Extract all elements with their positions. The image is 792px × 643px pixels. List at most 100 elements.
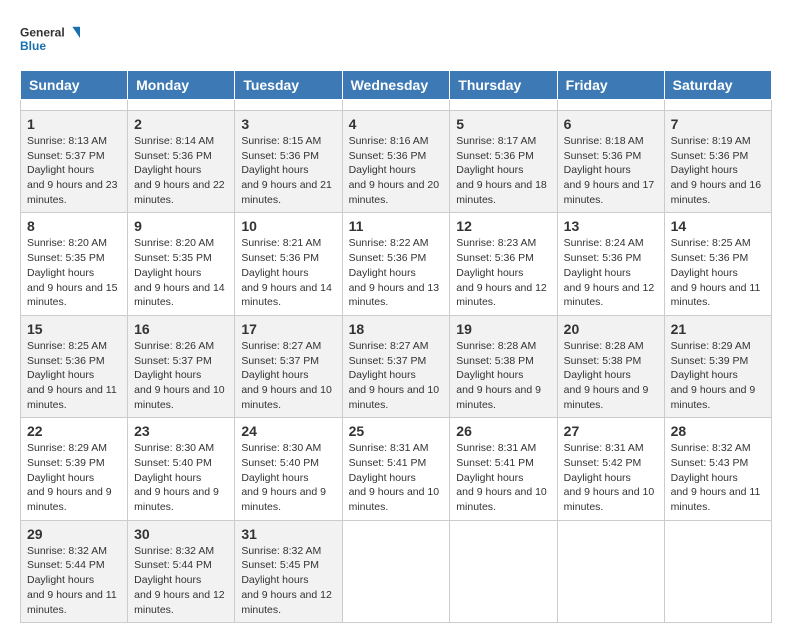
day-number: 15	[27, 321, 121, 337]
day-number: 23	[134, 423, 228, 439]
logo: General Blue	[20, 20, 80, 60]
calendar-cell: 7 Sunrise: 8:19 AMSunset: 5:36 PMDayligh…	[664, 111, 771, 213]
cell-text: Sunrise: 8:32 AMSunset: 5:43 PMDaylight …	[671, 442, 761, 513]
calendar-cell: 13 Sunrise: 8:24 AMSunset: 5:36 PMDaylig…	[557, 213, 664, 315]
day-number: 9	[134, 218, 228, 234]
cell-text: Sunrise: 8:31 AMSunset: 5:42 PMDaylight …	[564, 442, 655, 513]
day-number: 12	[456, 218, 550, 234]
day-number: 27	[564, 423, 658, 439]
calendar-cell: 3 Sunrise: 8:15 AMSunset: 5:36 PMDayligh…	[235, 111, 342, 213]
cell-text: Sunrise: 8:29 AMSunset: 5:39 PMDaylight …	[27, 442, 112, 513]
day-number: 19	[456, 321, 550, 337]
calendar-header-thursday: Thursday	[450, 71, 557, 100]
calendar-cell: 8 Sunrise: 8:20 AMSunset: 5:35 PMDayligh…	[21, 213, 128, 315]
day-number: 28	[671, 423, 765, 439]
cell-text: Sunrise: 8:20 AMSunset: 5:35 PMDaylight …	[134, 237, 225, 308]
day-number: 14	[671, 218, 765, 234]
day-number: 26	[456, 423, 550, 439]
day-number: 7	[671, 116, 765, 132]
calendar-cell	[450, 520, 557, 622]
cell-text: Sunrise: 8:14 AMSunset: 5:36 PMDaylight …	[134, 135, 225, 206]
cell-text: Sunrise: 8:15 AMSunset: 5:36 PMDaylight …	[241, 135, 332, 206]
day-number: 1	[27, 116, 121, 132]
calendar-cell: 23 Sunrise: 8:30 AMSunset: 5:40 PMDaylig…	[128, 418, 235, 520]
cell-text: Sunrise: 8:17 AMSunset: 5:36 PMDaylight …	[456, 135, 547, 206]
calendar-cell: 14 Sunrise: 8:25 AMSunset: 5:36 PMDaylig…	[664, 213, 771, 315]
calendar-cell: 16 Sunrise: 8:26 AMSunset: 5:37 PMDaylig…	[128, 315, 235, 417]
svg-text:Blue: Blue	[20, 39, 46, 53]
calendar-week-3: 15 Sunrise: 8:25 AMSunset: 5:36 PMDaylig…	[21, 315, 772, 417]
calendar-cell	[21, 100, 128, 111]
calendar-cell	[664, 520, 771, 622]
calendar-table: SundayMondayTuesdayWednesdayThursdayFrid…	[20, 70, 772, 623]
calendar-header-monday: Monday	[128, 71, 235, 100]
day-number: 3	[241, 116, 335, 132]
calendar-cell: 9 Sunrise: 8:20 AMSunset: 5:35 PMDayligh…	[128, 213, 235, 315]
day-number: 17	[241, 321, 335, 337]
calendar-cell: 19 Sunrise: 8:28 AMSunset: 5:38 PMDaylig…	[450, 315, 557, 417]
calendar-cell: 30 Sunrise: 8:32 AMSunset: 5:44 PMDaylig…	[128, 520, 235, 622]
day-number: 29	[27, 526, 121, 542]
day-number: 5	[456, 116, 550, 132]
cell-text: Sunrise: 8:28 AMSunset: 5:38 PMDaylight …	[456, 340, 541, 411]
cell-text: Sunrise: 8:32 AMSunset: 5:44 PMDaylight …	[134, 545, 225, 616]
day-number: 16	[134, 321, 228, 337]
calendar-cell: 22 Sunrise: 8:29 AMSunset: 5:39 PMDaylig…	[21, 418, 128, 520]
calendar-cell: 17 Sunrise: 8:27 AMSunset: 5:37 PMDaylig…	[235, 315, 342, 417]
day-number: 8	[27, 218, 121, 234]
calendar-cell: 15 Sunrise: 8:25 AMSunset: 5:36 PMDaylig…	[21, 315, 128, 417]
calendar-cell: 20 Sunrise: 8:28 AMSunset: 5:38 PMDaylig…	[557, 315, 664, 417]
calendar-cell: 28 Sunrise: 8:32 AMSunset: 5:43 PMDaylig…	[664, 418, 771, 520]
calendar-cell	[128, 100, 235, 111]
cell-text: Sunrise: 8:28 AMSunset: 5:38 PMDaylight …	[564, 340, 649, 411]
day-number: 25	[349, 423, 444, 439]
cell-text: Sunrise: 8:26 AMSunset: 5:37 PMDaylight …	[134, 340, 225, 411]
cell-text: Sunrise: 8:19 AMSunset: 5:36 PMDaylight …	[671, 135, 762, 206]
cell-text: Sunrise: 8:30 AMSunset: 5:40 PMDaylight …	[134, 442, 219, 513]
calendar-week-2: 8 Sunrise: 8:20 AMSunset: 5:35 PMDayligh…	[21, 213, 772, 315]
calendar-header-sunday: Sunday	[21, 71, 128, 100]
calendar-cell: 29 Sunrise: 8:32 AMSunset: 5:44 PMDaylig…	[21, 520, 128, 622]
calendar-cell	[235, 100, 342, 111]
cell-text: Sunrise: 8:29 AMSunset: 5:39 PMDaylight …	[671, 340, 756, 411]
cell-text: Sunrise: 8:32 AMSunset: 5:45 PMDaylight …	[241, 545, 332, 616]
cell-text: Sunrise: 8:24 AMSunset: 5:36 PMDaylight …	[564, 237, 655, 308]
calendar-cell: 5 Sunrise: 8:17 AMSunset: 5:36 PMDayligh…	[450, 111, 557, 213]
svg-text:General: General	[20, 26, 65, 40]
calendar-header-tuesday: Tuesday	[235, 71, 342, 100]
calendar-cell	[450, 100, 557, 111]
calendar-cell	[342, 100, 450, 111]
calendar-cell: 1 Sunrise: 8:13 AMSunset: 5:37 PMDayligh…	[21, 111, 128, 213]
calendar-cell: 31 Sunrise: 8:32 AMSunset: 5:45 PMDaylig…	[235, 520, 342, 622]
cell-text: Sunrise: 8:31 AMSunset: 5:41 PMDaylight …	[349, 442, 440, 513]
calendar-cell: 25 Sunrise: 8:31 AMSunset: 5:41 PMDaylig…	[342, 418, 450, 520]
day-number: 13	[564, 218, 658, 234]
calendar-cell: 21 Sunrise: 8:29 AMSunset: 5:39 PMDaylig…	[664, 315, 771, 417]
calendar-cell: 26 Sunrise: 8:31 AMSunset: 5:41 PMDaylig…	[450, 418, 557, 520]
calendar-header-row: SundayMondayTuesdayWednesdayThursdayFrid…	[21, 71, 772, 100]
cell-text: Sunrise: 8:21 AMSunset: 5:36 PMDaylight …	[241, 237, 332, 308]
logo-icon: General Blue	[20, 20, 80, 60]
day-number: 10	[241, 218, 335, 234]
day-number: 24	[241, 423, 335, 439]
cell-text: Sunrise: 8:27 AMSunset: 5:37 PMDaylight …	[349, 340, 440, 411]
day-number: 11	[349, 218, 444, 234]
day-number: 4	[349, 116, 444, 132]
cell-text: Sunrise: 8:22 AMSunset: 5:36 PMDaylight …	[349, 237, 440, 308]
day-number: 22	[27, 423, 121, 439]
cell-text: Sunrise: 8:18 AMSunset: 5:36 PMDaylight …	[564, 135, 655, 206]
cell-text: Sunrise: 8:32 AMSunset: 5:44 PMDaylight …	[27, 545, 117, 616]
calendar-cell	[557, 100, 664, 111]
header: General Blue	[20, 20, 772, 60]
calendar-header-friday: Friday	[557, 71, 664, 100]
calendar-cell: 10 Sunrise: 8:21 AMSunset: 5:36 PMDaylig…	[235, 213, 342, 315]
calendar-cell: 27 Sunrise: 8:31 AMSunset: 5:42 PMDaylig…	[557, 418, 664, 520]
calendar-header-saturday: Saturday	[664, 71, 771, 100]
calendar-cell: 24 Sunrise: 8:30 AMSunset: 5:40 PMDaylig…	[235, 418, 342, 520]
cell-text: Sunrise: 8:31 AMSunset: 5:41 PMDaylight …	[456, 442, 547, 513]
day-number: 20	[564, 321, 658, 337]
calendar-cell: 18 Sunrise: 8:27 AMSunset: 5:37 PMDaylig…	[342, 315, 450, 417]
calendar-week-0	[21, 100, 772, 111]
cell-text: Sunrise: 8:30 AMSunset: 5:40 PMDaylight …	[241, 442, 326, 513]
cell-text: Sunrise: 8:16 AMSunset: 5:36 PMDaylight …	[349, 135, 440, 206]
